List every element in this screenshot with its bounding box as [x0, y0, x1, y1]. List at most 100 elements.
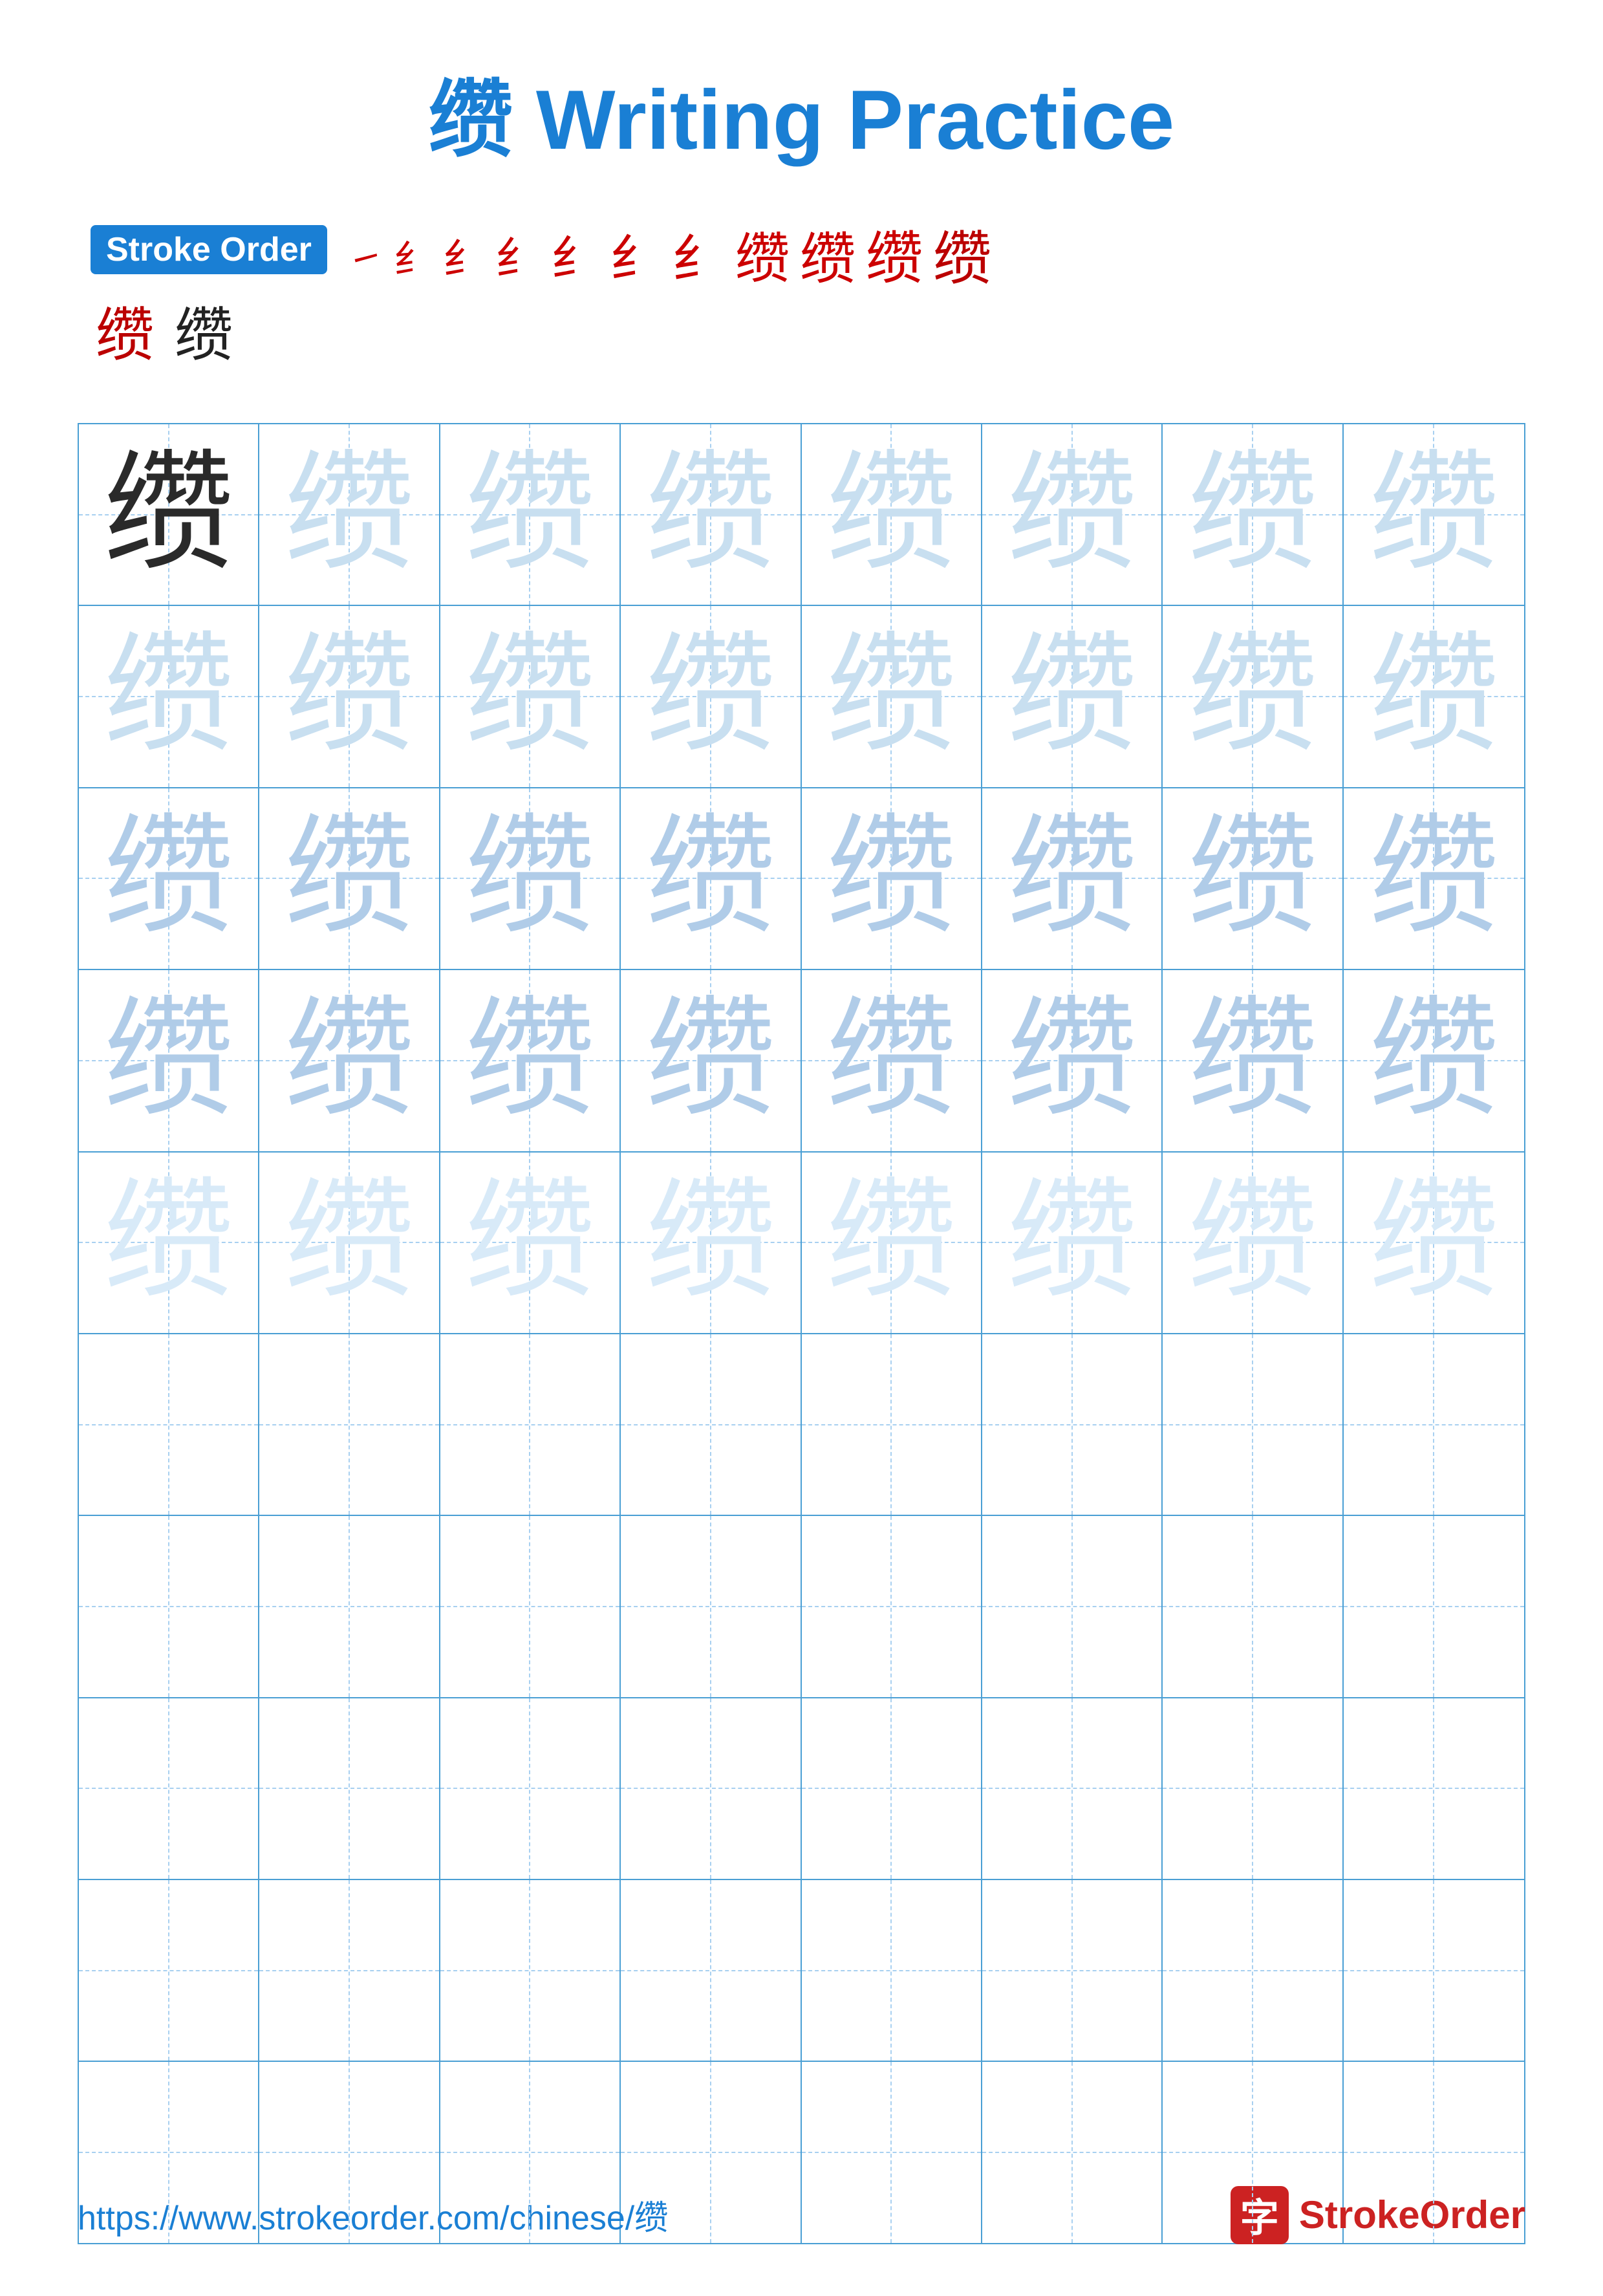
footer-logo-text: StrokeOrder: [1299, 2193, 1525, 2237]
grid-cell-6-4[interactable]: [621, 1334, 801, 1515]
grid-cell-5-4[interactable]: 缵: [621, 1153, 801, 1333]
grid-cell-3-5[interactable]: 缵: [802, 788, 982, 969]
grid-cell-9-5[interactable]: [802, 1880, 982, 2061]
grid-cell-1-8[interactable]: 缵: [1344, 424, 1524, 605]
stroke-char-4: 纟: [495, 233, 541, 287]
grid-cell-6-8[interactable]: [1344, 1334, 1524, 1515]
grid-cell-5-3[interactable]: 缵: [440, 1153, 621, 1333]
grid-cell-4-6[interactable]: 缵: [982, 970, 1163, 1151]
grid-cell-7-8[interactable]: [1344, 1516, 1524, 1696]
char-display: 缵: [1369, 1178, 1498, 1307]
grid-cell-8-2[interactable]: [259, 1698, 440, 1879]
grid-cell-2-3[interactable]: 缵: [440, 606, 621, 786]
grid-cell-8-7[interactable]: [1163, 1698, 1343, 1879]
grid-cell-9-1[interactable]: [79, 1880, 259, 2061]
grid-cell-2-5[interactable]: 缵: [802, 606, 982, 786]
grid-row-5: 缵 缵 缵 缵 缵 缵 缵 缵: [79, 1153, 1524, 1334]
grid-cell-7-4[interactable]: [621, 1516, 801, 1696]
grid-cell-5-1[interactable]: 缵: [79, 1153, 259, 1333]
grid-cell-4-4[interactable]: 缵: [621, 970, 801, 1151]
grid-cell-6-6[interactable]: [982, 1334, 1163, 1515]
grid-cell-7-2[interactable]: [259, 1516, 440, 1696]
grid-cell-5-8[interactable]: 缵: [1344, 1153, 1524, 1333]
grid-cell-1-3[interactable]: 缵: [440, 424, 621, 605]
grid-cell-9-7[interactable]: [1163, 1880, 1343, 2061]
char-display: 缵: [1369, 632, 1498, 761]
logo-char: 字: [1240, 2187, 1279, 2243]
stroke-char-11: 缵: [933, 225, 991, 295]
grid-cell-2-1[interactable]: 缵: [79, 606, 259, 786]
grid-cell-2-8[interactable]: 缵: [1344, 606, 1524, 786]
grid-cell-3-4[interactable]: 缵: [621, 788, 801, 969]
char-display: 缵: [104, 996, 233, 1125]
grid-cell-3-6[interactable]: 缵: [982, 788, 1163, 969]
grid-cell-7-5[interactable]: [802, 1516, 982, 1696]
grid-cell-8-8[interactable]: [1344, 1698, 1524, 1879]
grid-cell-3-8[interactable]: 缵: [1344, 788, 1524, 969]
char-display: 缵: [1007, 1178, 1137, 1307]
char-display: 缵: [465, 450, 594, 579]
grid-cell-8-1[interactable]: [79, 1698, 259, 1879]
grid-row-1: 缵 缵 缵 缵 缵 缵 缵 缵: [79, 424, 1524, 606]
grid-cell-9-8[interactable]: [1344, 1880, 1524, 2061]
stroke-order-badge: Stroke Order: [91, 225, 327, 274]
grid-cell-9-2[interactable]: [259, 1880, 440, 2061]
grid-cell-3-2[interactable]: 缵: [259, 788, 440, 969]
stroke-char-5: 纟: [551, 231, 599, 289]
grid-cell-7-3[interactable]: [440, 1516, 621, 1696]
grid-cell-5-2[interactable]: 缵: [259, 1153, 440, 1333]
grid-cell-8-4[interactable]: [621, 1698, 801, 1879]
grid-cell-8-3[interactable]: [440, 1698, 621, 1879]
grid-cell-4-2[interactable]: 缵: [259, 970, 440, 1151]
footer-logo: 字 StrokeOrder: [1231, 2186, 1525, 2244]
grid-cell-1-6[interactable]: 缵: [982, 424, 1163, 605]
grid-cell-6-1[interactable]: [79, 1334, 259, 1515]
grid-cell-9-3[interactable]: [440, 1880, 621, 2061]
char-display: 缵: [646, 632, 775, 761]
grid-cell-4-1[interactable]: 缵: [79, 970, 259, 1151]
char-display: 缵: [826, 632, 956, 761]
stroke-char-12: 缵: [96, 301, 154, 371]
char-display: 缵: [646, 996, 775, 1125]
grid-cell-1-7[interactable]: 缵: [1163, 424, 1343, 605]
grid-cell-9-4[interactable]: [621, 1880, 801, 2061]
grid-cell-2-4[interactable]: 缵: [621, 606, 801, 786]
grid-cell-3-3[interactable]: 缵: [440, 788, 621, 969]
grid-cell-5-5[interactable]: 缵: [802, 1153, 982, 1333]
page: 缵 Writing Practice Stroke Order ㇀ 纟 纟 纟 …: [0, 0, 1603, 2296]
grid-cell-5-7[interactable]: 缵: [1163, 1153, 1343, 1333]
grid-cell-3-1[interactable]: 缵: [79, 788, 259, 969]
grid-cell-2-7[interactable]: 缵: [1163, 606, 1343, 786]
grid-cell-1-4[interactable]: 缵: [621, 424, 801, 605]
grid-cell-6-3[interactable]: [440, 1334, 621, 1515]
grid-cell-4-3[interactable]: 缵: [440, 970, 621, 1151]
footer-url[interactable]: https://www.strokeorder.com/chinese/缵: [78, 2191, 668, 2239]
grid-cell-7-1[interactable]: [79, 1516, 259, 1696]
char-display: 缵: [1007, 450, 1137, 579]
grid-cell-8-5[interactable]: [802, 1698, 982, 1879]
grid-cell-2-6[interactable]: 缵: [982, 606, 1163, 786]
grid-cell-6-2[interactable]: [259, 1334, 440, 1515]
grid-cell-4-7[interactable]: 缵: [1163, 970, 1343, 1151]
grid-cell-7-7[interactable]: [1163, 1516, 1343, 1696]
grid-cell-6-7[interactable]: [1163, 1334, 1343, 1515]
grid-cell-3-7[interactable]: 缵: [1163, 788, 1343, 969]
grid-cell-4-5[interactable]: 缵: [802, 970, 982, 1151]
char-display: 缵: [1188, 632, 1317, 761]
char-display: 缵: [285, 996, 414, 1125]
grid-cell-7-6[interactable]: [982, 1516, 1163, 1696]
grid-cell-1-1[interactable]: 缵: [79, 424, 259, 605]
grid-cell-5-6[interactable]: 缵: [982, 1153, 1163, 1333]
grid-row-6: [79, 1334, 1524, 1516]
grid-cell-2-2[interactable]: 缵: [259, 606, 440, 786]
stroke-char-7: 纟: [672, 228, 725, 292]
grid-cell-4-8[interactable]: 缵: [1344, 970, 1524, 1151]
char-display: 缵: [465, 1178, 594, 1307]
grid-cell-9-6[interactable]: [982, 1880, 1163, 2061]
grid-cell-8-6[interactable]: [982, 1698, 1163, 1879]
char-display: 缵: [1188, 1178, 1317, 1307]
char-display: 缵: [465, 996, 594, 1125]
grid-cell-6-5[interactable]: [802, 1334, 982, 1515]
grid-cell-1-5[interactable]: 缵: [802, 424, 982, 605]
grid-cell-1-2[interactable]: 缵: [259, 424, 440, 605]
